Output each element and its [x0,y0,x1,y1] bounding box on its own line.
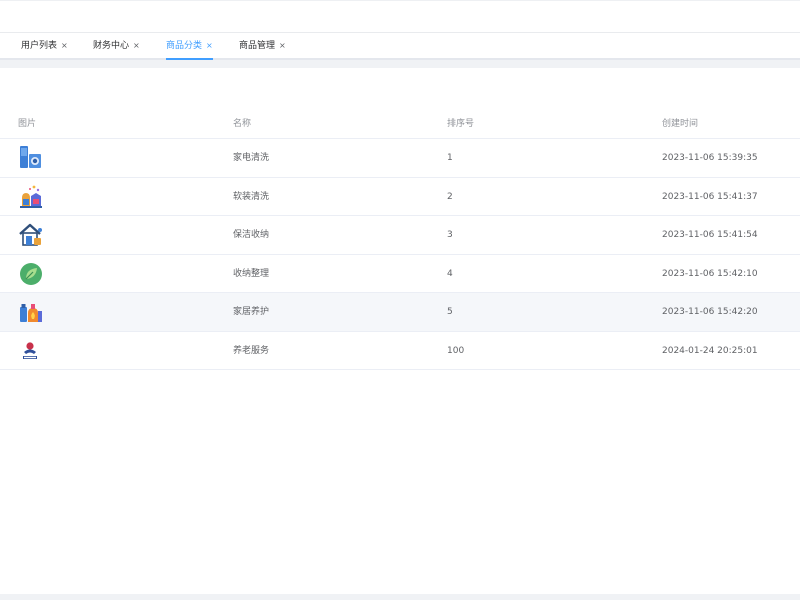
table-row[interactable]: 养老服务 100 2024-01-24 20:25:01 [0,332,800,370]
soft-furnishing-cleaning-icon [18,184,44,210]
table-row[interactable]: 保洁收纳 3 2023-11-06 15:41:54 [0,216,800,255]
tab-bar: 用户列表 × 财务中心 × 商品分类 × 商品管理 × [0,33,800,60]
sort-number: 1 [447,153,453,163]
close-icon[interactable]: × [206,33,213,58]
created-time: 2023-11-06 15:41:54 [662,230,758,240]
tab-product-management[interactable]: 商品管理 × [239,33,286,58]
content-divider [0,60,800,68]
home-care-icon [18,299,44,325]
category-name: 家居养护 [233,307,270,317]
created-time: 2023-11-06 15:39:35 [662,153,758,163]
close-icon[interactable]: × [133,33,140,58]
bottom-border [0,594,800,600]
sort-number: 100 [447,345,465,356]
tab-label: 商品分类 [166,41,203,51]
tab-label: 财务中心 [93,41,130,51]
table-row[interactable]: 软装清洗 2 2023-11-06 15:41:37 [0,178,800,216]
close-icon[interactable]: × [61,33,68,58]
category-name: 收纳整理 [233,268,270,279]
tab-finance-center[interactable]: 财务中心 × [93,33,140,58]
created-time: 2023-11-06 15:41:37 [662,191,758,202]
tab-label: 商品管理 [239,41,276,51]
header-sort: 排序号 [447,119,475,129]
sort-number: 2 [447,191,453,202]
category-page: 用户列表 × 财务中心 × 商品分类 × 商品管理 × 图片 名称 排序号 创建时间 [0,0,800,600]
elderly-care-logo-icon [18,338,44,364]
tab-product-category[interactable]: 商品分类 × [166,33,213,60]
tab-user-list[interactable]: 用户列表 × [21,33,68,58]
leaf-icon [18,261,44,287]
table-row[interactable]: 家电清洗 1 2023-11-06 15:39:35 [0,139,800,178]
header-created-time: 创建时间 [662,119,699,129]
category-name: 养老服务 [233,345,270,356]
close-icon[interactable]: × [279,33,286,58]
category-table: 图片 名称 排序号 创建时间 家电清洗 1 2023-11-06 15:39:3… [0,106,800,370]
category-name: 保洁收纳 [233,230,270,240]
sort-number: 5 [447,307,453,317]
header-image: 图片 [18,119,37,129]
tab-label: 用户列表 [21,41,58,51]
category-name: 软装清洗 [233,191,270,202]
created-time: 2023-11-06 15:42:10 [662,268,758,279]
table-header: 图片 名称 排序号 创建时间 [0,106,800,139]
house-cleaning-icon [18,222,44,248]
appliance-cleaning-icon [18,145,44,171]
header-name: 名称 [233,119,252,129]
table-row[interactable]: 家居养护 5 2023-11-06 15:42:20 [0,293,800,332]
sort-number: 4 [447,268,453,279]
sort-number: 3 [447,230,453,240]
created-time: 2023-11-06 15:42:20 [662,307,758,317]
created-time: 2024-01-24 20:25:01 [662,345,758,356]
table-row[interactable]: 收纳整理 4 2023-11-06 15:42:10 [0,255,800,293]
top-header-bar [0,0,800,33]
category-name: 家电清洗 [233,153,270,163]
